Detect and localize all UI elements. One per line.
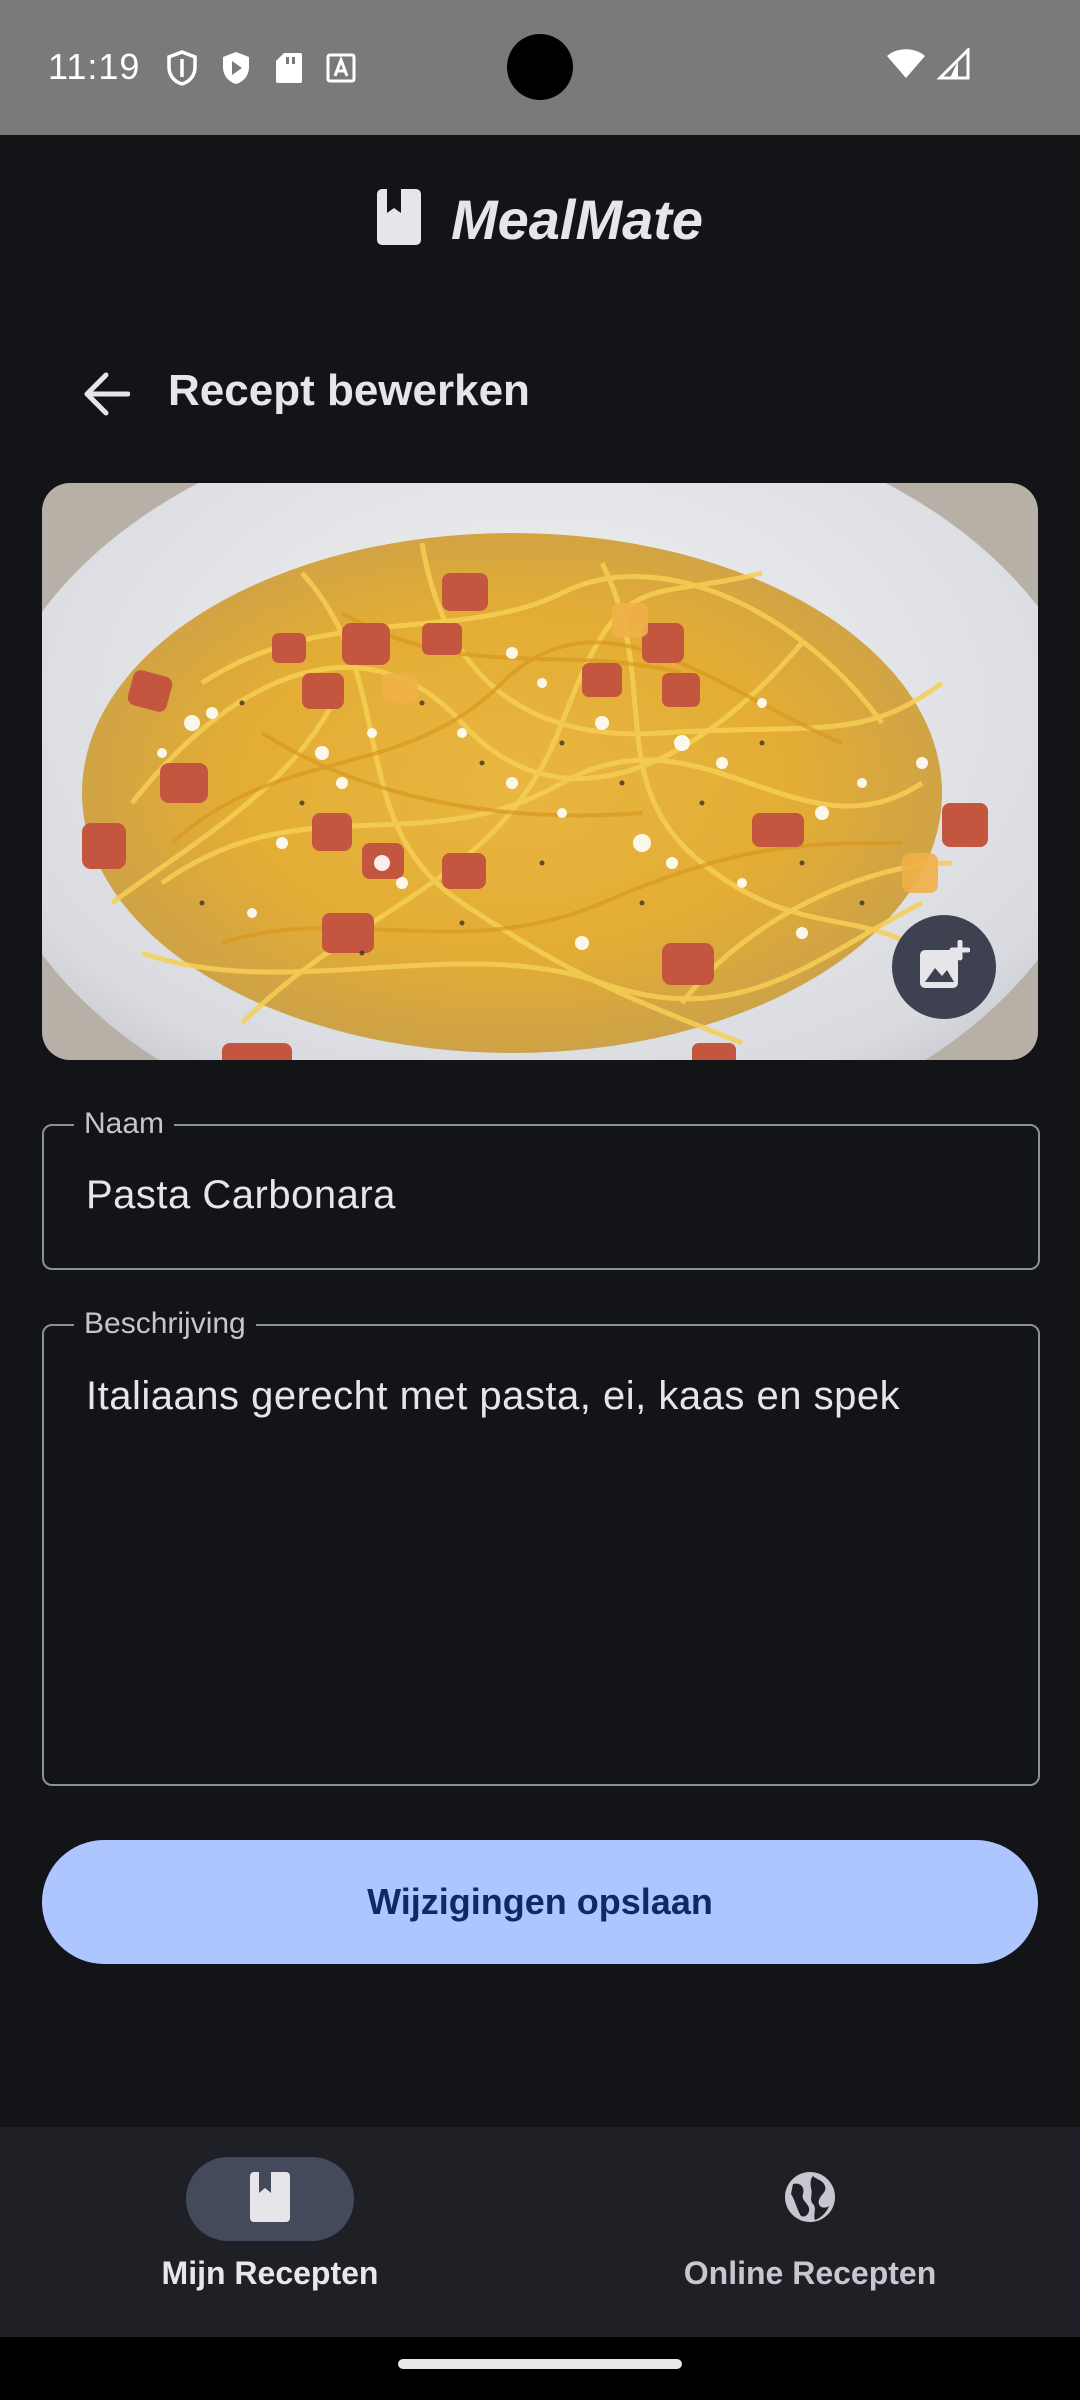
wifi-icon — [886, 48, 926, 85]
back-button[interactable] — [70, 360, 142, 432]
status-time: 11:19 — [48, 46, 141, 87]
status-bar: 11:19 — [0, 0, 1080, 135]
name-label: Naam — [74, 1107, 175, 1141]
nav-label-my-recipes: Mijn Recepten — [161, 2255, 379, 2291]
add-photo-icon — [918, 939, 971, 995]
arrow-back-icon — [82, 372, 131, 421]
page-title: Recept bewerken — [168, 366, 530, 415]
description-label: Beschrijving — [74, 1307, 256, 1341]
recipe-image[interactable] — [42, 483, 1038, 1060]
description-field[interactable]: Beschrijving Italiaans gerecht met pasta… — [42, 1307, 1040, 1786]
name-field[interactable]: Naam Pasta Carbonara — [42, 1107, 1040, 1270]
book-icon — [376, 189, 421, 250]
shield-outline-icon — [166, 50, 198, 86]
app-header: MealMate — [0, 135, 1080, 305]
nav-active-indicator — [186, 2157, 354, 2241]
sd-card-icon — [274, 51, 304, 85]
book-icon — [250, 2171, 290, 2227]
globe-icon — [783, 2170, 837, 2229]
nav-item-my-recipes[interactable]: Mijn Recepten — [0, 2157, 540, 2317]
nav-item-online-recipes[interactable]: Online Recepten — [540, 2157, 1080, 2317]
signal-icon — [936, 46, 970, 85]
pasta-photo — [42, 483, 1038, 1060]
camera-cutout — [507, 34, 573, 100]
nav-icon-container — [726, 2157, 894, 2241]
keyboard-a-icon — [326, 53, 356, 83]
bottom-navigation: Mijn Recepten Online Recepten — [0, 2127, 1080, 2337]
save-changes-button[interactable]: Wijzigingen opslaan — [42, 1840, 1038, 1964]
nav-label-online-recipes: Online Recepten — [683, 2255, 937, 2291]
status-system-icons — [886, 46, 970, 85]
save-button-label: Wijzigingen opslaan — [367, 1881, 713, 1922]
status-notification-icons — [166, 50, 356, 86]
app-brand: MealMate — [0, 187, 1080, 252]
add-photo-button[interactable] — [892, 915, 996, 1019]
name-input-value: Pasta Carbonara — [86, 1173, 396, 1217]
app-name: MealMate — [450, 188, 704, 251]
description-input-value: Italiaans gerecht met pasta, ei, kaas en… — [86, 1374, 901, 1418]
gesture-navigation-area — [0, 2337, 1080, 2400]
top-app-bar: Recept bewerken — [0, 340, 1080, 440]
play-shield-icon — [220, 50, 252, 86]
home-gesture-handle[interactable] — [398, 2359, 682, 2369]
